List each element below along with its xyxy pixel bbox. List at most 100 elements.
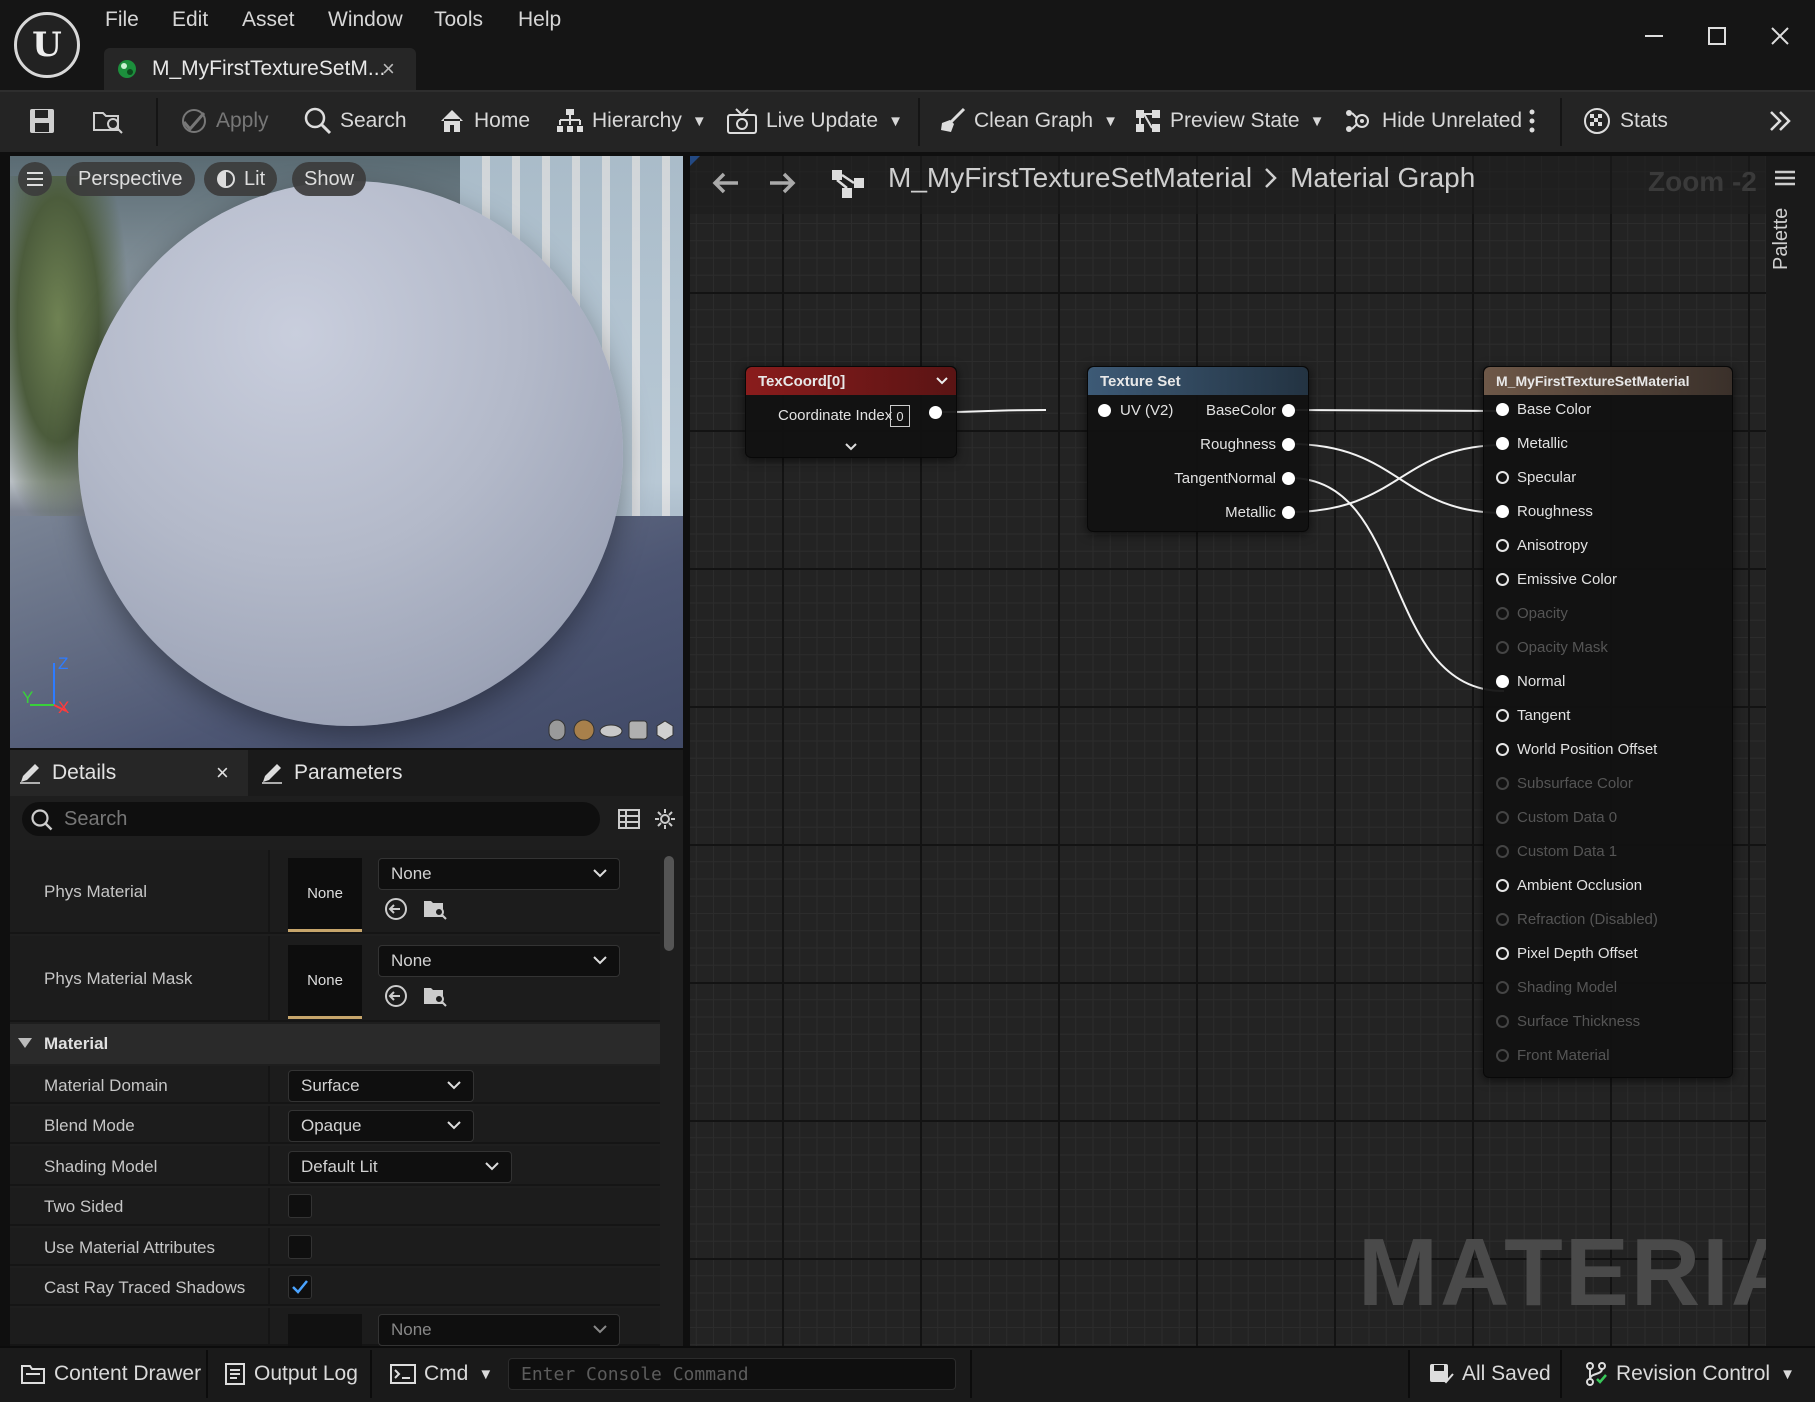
menu-window[interactable]: Window	[328, 8, 403, 32]
material-input-label: Metallic	[1517, 434, 1568, 452]
console-command-input[interactable]: Enter Console Command	[508, 1358, 956, 1390]
material-input-pin[interactable]	[1496, 912, 1509, 926]
live-update-button[interactable]: Live Update ▼	[726, 90, 903, 152]
material-input-pin[interactable]	[1496, 708, 1509, 722]
material-input-pin[interactable]	[1496, 572, 1509, 586]
apply-button[interactable]: Apply	[180, 90, 269, 152]
metallic-output-pin[interactable]	[1282, 506, 1295, 519]
use-selected-icon[interactable]	[384, 897, 408, 921]
output-log-button[interactable]: Output Log	[224, 1346, 358, 1402]
sphere-preview-icon[interactable]	[572, 718, 596, 742]
phys-material-thumbnail[interactable]: None	[288, 858, 362, 932]
material-input-pin[interactable]	[1496, 844, 1509, 858]
material-input-pin[interactable]	[1496, 538, 1509, 552]
coordinate-index-field[interactable]: 0	[890, 405, 910, 427]
show-button[interactable]: Show	[292, 162, 367, 196]
details-scrollbar[interactable]	[664, 856, 674, 951]
details-search-input[interactable]: Search	[22, 802, 600, 836]
material-input-pin[interactable]	[1496, 810, 1509, 824]
material-input-pin[interactable]	[1496, 606, 1509, 620]
settings-gear-icon[interactable]	[654, 808, 676, 830]
use-selected-icon[interactable]	[384, 984, 408, 1008]
material-result-node[interactable]: M_MyFirstTextureSetMaterial Base Color Me…	[1483, 366, 1733, 1078]
toolbar	[0, 90, 1815, 152]
material-input-pin[interactable]	[1496, 470, 1509, 484]
material-preview-viewport[interactable]	[10, 156, 683, 748]
browse-folder-icon[interactable]	[422, 897, 448, 921]
teapot-preview-icon[interactable]	[653, 718, 677, 742]
basecolor-output-pin[interactable]	[1282, 404, 1295, 417]
cmd-button[interactable]: Cmd ▼	[390, 1346, 493, 1402]
material-input-pin[interactable]	[1496, 980, 1509, 994]
menu-tools[interactable]: Tools	[434, 8, 483, 32]
use-material-attributes-checkbox[interactable]	[288, 1235, 312, 1259]
material-input-pin[interactable]	[1496, 504, 1509, 518]
preview-state-button[interactable]: Preview State ▼	[1134, 90, 1324, 152]
hierarchy-button[interactable]: Hierarchy ▼	[556, 90, 707, 152]
maximize-icon[interactable]	[1697, 16, 1737, 56]
phys-material-mask-thumbnail[interactable]: None	[288, 945, 362, 1019]
menu-edit[interactable]: Edit	[172, 8, 208, 32]
hide-unrelated-button[interactable]: Hide Unrelated	[1344, 90, 1522, 152]
cylinder-preview-icon[interactable]	[545, 718, 569, 742]
tab-close-button[interactable]: ×	[382, 56, 395, 82]
shading-model-dropdown[interactable]: Default Lit	[288, 1151, 512, 1183]
column-divider	[268, 1228, 270, 1266]
material-input-pin[interactable]	[1496, 640, 1509, 654]
cube-preview-icon[interactable]	[626, 718, 650, 742]
plane-preview-icon[interactable]	[599, 718, 623, 742]
revision-control-button[interactable]: Revision Control ▼	[1584, 1346, 1795, 1402]
material-domain-dropdown[interactable]: Surface	[288, 1070, 474, 1102]
tangentnormal-output-pin[interactable]	[1282, 472, 1295, 485]
material-category-header[interactable]: Material	[10, 1024, 660, 1064]
expand-toolbar-button[interactable]	[1768, 90, 1792, 152]
all-saved-button[interactable]: All Saved	[1428, 1346, 1551, 1402]
phys-material-mask-dropdown[interactable]: None	[378, 945, 620, 977]
chevron-down-icon[interactable]	[936, 377, 948, 385]
asset-tab[interactable]: M_MyFirstTextureSetM...	[104, 48, 416, 90]
menu-file[interactable]: File	[105, 8, 139, 32]
expand-chevron-icon[interactable]	[845, 443, 857, 451]
material-input-pin[interactable]	[1496, 946, 1509, 960]
material-input-pin[interactable]	[1496, 878, 1509, 892]
material-input-pin[interactable]	[1496, 1048, 1509, 1062]
material-input-pin[interactable]	[1496, 674, 1509, 688]
tab-details[interactable]: Details	[18, 750, 116, 796]
unreal-logo-icon[interactable]: U	[14, 12, 80, 78]
clean-graph-button[interactable]: Clean Graph ▼	[938, 90, 1118, 152]
material-input-pin[interactable]	[1496, 776, 1509, 790]
save-button[interactable]	[28, 90, 56, 152]
material-input-pin[interactable]	[1496, 436, 1509, 450]
next-property-dropdown[interactable]: None	[378, 1314, 620, 1346]
tab-parameters[interactable]: Parameters	[260, 750, 403, 796]
search-button[interactable]: Search	[304, 90, 407, 152]
minimize-icon[interactable]	[1634, 16, 1674, 56]
material-input-pin[interactable]	[1496, 1014, 1509, 1028]
close-window-icon[interactable]	[1760, 16, 1800, 56]
two-sided-checkbox[interactable]	[288, 1194, 312, 1218]
browse-asset-button[interactable]	[92, 90, 124, 152]
menu-asset[interactable]: Asset	[242, 8, 295, 32]
browse-folder-icon[interactable]	[422, 984, 448, 1008]
blend-mode-dropdown[interactable]: Opaque	[288, 1110, 474, 1142]
more-options-button[interactable]	[1528, 90, 1536, 152]
lit-button[interactable]: Lit	[204, 162, 278, 196]
table-view-icon[interactable]	[618, 808, 640, 830]
collapse-triangle-icon[interactable]	[18, 1038, 32, 1048]
material-input-pin[interactable]	[1496, 402, 1509, 416]
content-drawer-button[interactable]: Content Drawer	[20, 1346, 201, 1402]
phys-material-dropdown[interactable]: None	[378, 858, 620, 890]
cast-ray-traced-shadows-checkbox[interactable]	[288, 1275, 312, 1299]
viewport-options-button[interactable]	[18, 162, 52, 196]
material-input-pin[interactable]	[1496, 742, 1509, 756]
stats-button[interactable]: Stats	[1582, 90, 1668, 152]
menu-help[interactable]: Help	[518, 8, 561, 32]
palette-list-icon[interactable]	[1774, 170, 1796, 190]
perspective-button[interactable]: Perspective	[66, 162, 195, 196]
details-close-button[interactable]: ×	[216, 750, 229, 796]
uv-input-pin[interactable]	[1098, 404, 1111, 417]
texcoord-output-pin[interactable]	[929, 406, 942, 419]
home-button[interactable]: Home	[438, 90, 530, 152]
palette-tab[interactable]: Palette	[1770, 208, 1810, 270]
roughness-output-pin[interactable]	[1282, 438, 1295, 451]
